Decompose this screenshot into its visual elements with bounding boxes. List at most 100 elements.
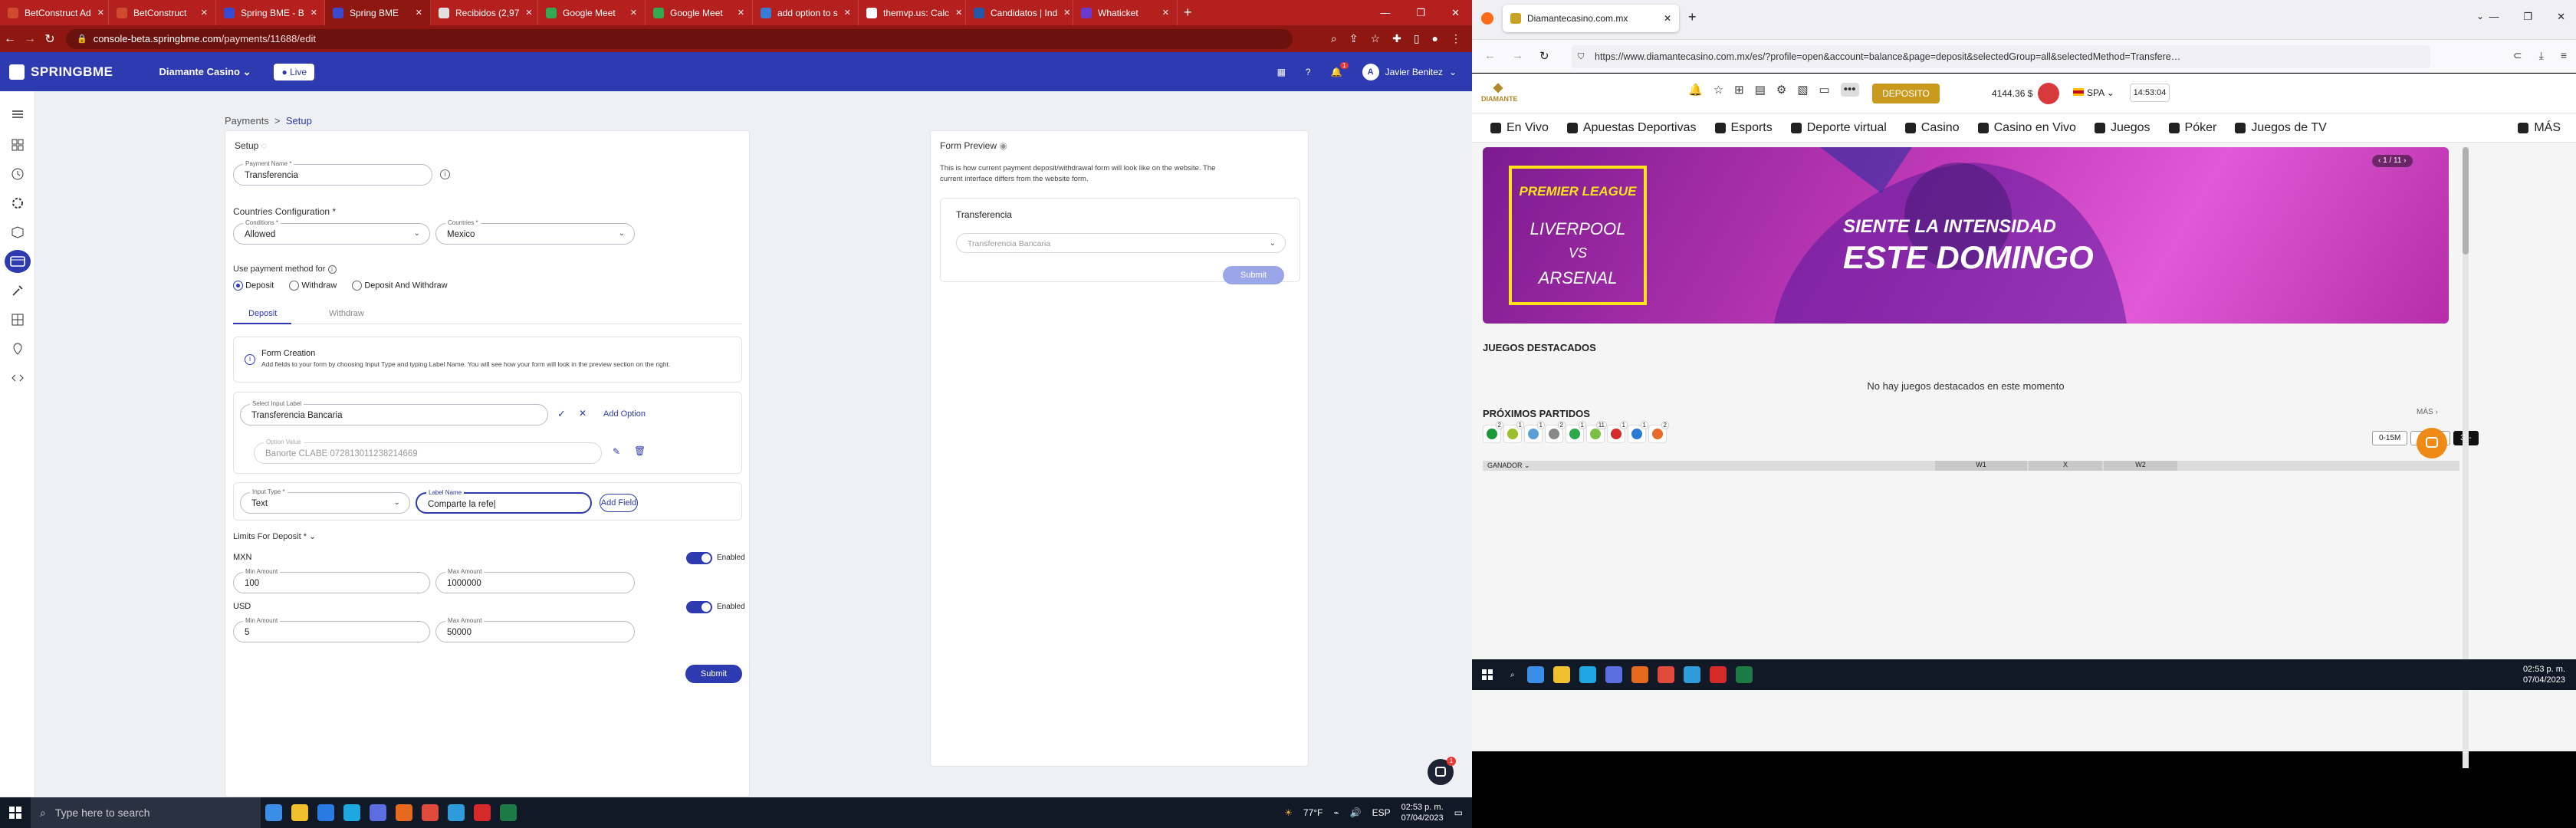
radio-withdraw[interactable]: Withdraw <box>289 281 337 291</box>
close-icon[interactable]: ✕ <box>1451 7 1460 19</box>
preview-select[interactable]: Transferencia Bancaria ⌄ <box>956 233 1286 253</box>
new-tab-button[interactable]: + <box>1184 5 1192 21</box>
clock[interactable]: 02:53 p. m. 07/04/2023 <box>1401 802 1444 823</box>
site-nav-item[interactable]: Casino en Vivo <box>1977 121 2076 135</box>
settings-icon[interactable] <box>10 196 25 211</box>
browser-tab[interactable]: Google Meet ✕ <box>538 0 646 25</box>
option-value-field[interactable]: Option Value Banorte CLABE 07281301123821… <box>254 439 602 464</box>
mail-icon[interactable] <box>370 804 386 821</box>
help-icon[interactable]: ? <box>1306 67 1311 77</box>
grid-plus-icon[interactable] <box>10 312 25 327</box>
min-amount-field[interactable]: Min Amount 5 <box>233 617 430 642</box>
close-icon[interactable]: ✕ <box>310 8 317 18</box>
new-tab-button[interactable]: + <box>1688 9 1697 25</box>
browser-tab[interactable]: BetConstruct ✕ <box>109 0 216 25</box>
close-icon[interactable]: ✕ <box>1664 13 1671 24</box>
chrome-icon[interactable] <box>422 804 439 821</box>
edge-icon[interactable] <box>343 804 360 821</box>
history-icon[interactable] <box>10 166 25 182</box>
hamburger-icon[interactable] <box>10 107 25 122</box>
conditions-select[interactable]: Conditions * Allowed ⌄ <box>233 219 430 245</box>
time-filter[interactable]: 0-15M <box>2372 431 2408 445</box>
language-select[interactable]: SPA ⌄ <box>2073 87 2114 98</box>
sport-filter[interactable]: 1 <box>1566 421 1586 443</box>
browser-tab[interactable]: Spring BME ✕ <box>325 0 431 25</box>
brand-select[interactable]: Diamante Casino ⌄ <box>159 66 251 78</box>
share-icon[interactable]: ⇪ <box>1349 32 1359 45</box>
enabled-toggle[interactable] <box>686 601 712 613</box>
sport-filter[interactable]: 1 <box>1607 421 1628 443</box>
max-amount-field[interactable]: Max Amount 50000 <box>435 617 635 642</box>
url-field[interactable]: ⛉ https://www.diamantecasino.com.mx/es/?p… <box>1572 45 2430 68</box>
browser-tab[interactable]: BetConstruct Ad ✕ <box>0 0 109 25</box>
close-icon[interactable]: ✕ <box>955 8 962 18</box>
preview-submit-button[interactable]: Submit <box>1223 266 1284 284</box>
app-logo[interactable]: SPRINGBME <box>9 64 113 80</box>
limits-title[interactable]: Limits For Deposit * ⌄ <box>233 531 316 541</box>
firefox-icon[interactable] <box>396 804 412 821</box>
tab-diamantecasino[interactable]: Diamantecasino.com.mx ✕ <box>1503 5 1679 32</box>
radio-deposit-and-withdraw[interactable]: Deposit And Withdraw <box>352 281 448 291</box>
excel-icon[interactable] <box>500 804 517 821</box>
back-icon[interactable]: ← <box>0 32 20 46</box>
browser-tab[interactable]: add option to s ✕ <box>753 0 859 25</box>
more-link[interactable]: MÁS › <box>2417 408 2438 416</box>
file-explorer-icon[interactable] <box>1552 666 1570 683</box>
site-logo[interactable]: ◆ DIAMANTE <box>1481 81 1518 106</box>
close-icon[interactable]: ✕ <box>525 8 532 18</box>
network-icon[interactable]: ⌁ <box>1333 807 1339 818</box>
pdf-icon[interactable] <box>1709 666 1727 683</box>
menu-icon[interactable]: ⋮ <box>1451 32 1461 45</box>
message-icon[interactable]: ▭ <box>1819 83 1830 97</box>
forward-icon[interactable]: → <box>20 32 40 46</box>
sport-filter[interactable]: 2 <box>1483 421 1503 443</box>
search-icon[interactable]: ⌕ <box>1510 671 1515 679</box>
file-explorer-icon[interactable] <box>291 804 308 821</box>
clock[interactable]: 02:53 p. m. 07/04/2023 <box>2523 664 2576 685</box>
close-icon[interactable]: ✕ <box>844 8 851 18</box>
browser-tab[interactable]: Whaticket ✕ <box>1073 0 1178 25</box>
gift-icon[interactable]: ⊞ <box>1734 83 1744 97</box>
vscode-icon[interactable] <box>1683 666 1700 683</box>
tab-list-icon[interactable]: ⌄ <box>2476 11 2484 21</box>
live-button[interactable]: ● Live <box>274 63 315 80</box>
avatar[interactable] <box>2038 83 2059 104</box>
site-nav-item[interactable]: En Vivo <box>1490 121 1549 135</box>
close-icon[interactable]: ✕ <box>97 8 104 18</box>
minimize-icon[interactable]: — <box>2489 11 2499 23</box>
volume-icon[interactable]: 🔊 <box>1350 807 1362 818</box>
apps-grid-icon[interactable]: ▦ <box>1277 67 1286 77</box>
radio-deposit[interactable]: Deposit <box>233 281 274 291</box>
forward-icon[interactable]: → <box>1512 49 1523 62</box>
firefox-icon[interactable] <box>1631 666 1648 683</box>
star-icon[interactable]: ☆ <box>1371 32 1381 45</box>
select-input-label-field[interactable]: Select Input Label Transferencia Bancaria <box>240 400 548 426</box>
chat-button[interactable]: 1 <box>1428 757 1456 785</box>
deposit-button[interactable]: DEPOSITO <box>1872 84 1940 104</box>
trash-icon[interactable]: 🗑 <box>634 445 646 456</box>
clipboard-icon[interactable]: ▧ <box>1797 83 1808 97</box>
language-indicator[interactable]: ESP <box>1372 807 1391 818</box>
store-icon[interactable] <box>317 804 334 821</box>
sidepanel-icon[interactable]: ▯ <box>1414 32 1420 45</box>
edge-icon[interactable] <box>1579 666 1596 683</box>
user-menu[interactable]: A Javier Benitez ⌄ <box>1362 63 1457 80</box>
close-icon[interactable]: ✕ <box>579 408 586 419</box>
tab-deposit[interactable]: Deposit <box>248 309 277 318</box>
sport-filter[interactable]: 1 <box>1628 421 1648 443</box>
enabled-toggle[interactable] <box>686 552 712 564</box>
task-view-icon[interactable] <box>1526 666 1544 683</box>
site-nav-item[interactable]: Juegos de TV <box>2235 121 2327 135</box>
restore-icon[interactable]: ❐ <box>2523 11 2532 23</box>
close-icon[interactable]: ✕ <box>416 8 422 18</box>
site-nav-item[interactable]: Apuestas Deportivas <box>1566 121 1697 135</box>
browser-tab[interactable]: Spring BME - B ✕ <box>216 0 325 25</box>
wallet-icon[interactable]: ▤ <box>1755 83 1766 97</box>
reload-icon[interactable]: ↻ <box>40 31 60 47</box>
star-icon[interactable]: ☆ <box>1714 83 1723 97</box>
site-nav-item[interactable]: Esports <box>1714 121 1773 135</box>
sport-filter[interactable]: 1 <box>1524 421 1545 443</box>
add-field-button[interactable]: Add Field <box>600 494 638 512</box>
dashboard-icon[interactable] <box>10 137 25 153</box>
pdf-icon[interactable] <box>474 804 491 821</box>
